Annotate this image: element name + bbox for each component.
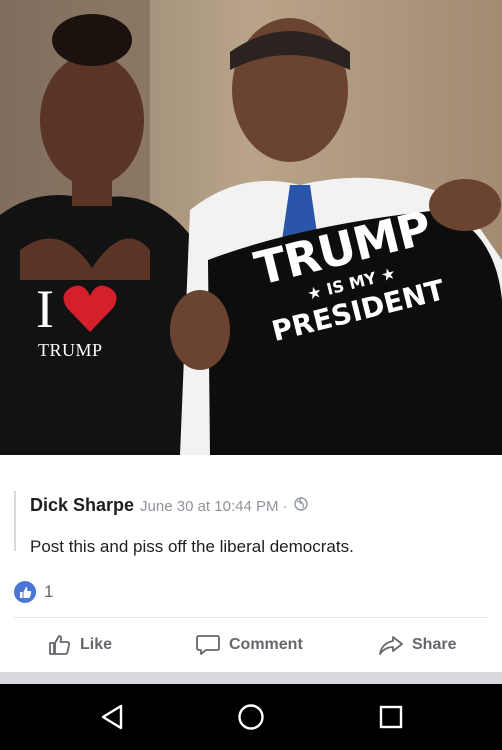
post-card: Dick Sharpe June 30 at 10:44 PM · Post t…	[0, 455, 502, 675]
author-name[interactable]: Dick Sharpe	[30, 495, 134, 516]
like-button[interactable]: Like	[48, 627, 112, 663]
share-button[interactable]: Share	[378, 627, 456, 663]
shirt-left-trump: TRUMP	[38, 340, 103, 360]
reaction-count: 1	[44, 582, 54, 601]
home-button[interactable]	[236, 702, 266, 732]
shirt-left-text: I	[36, 282, 118, 336]
post-header: Dick Sharpe June 30 at 10:44 PM ·	[30, 495, 308, 516]
recent-apps-button[interactable]	[376, 702, 406, 732]
like-reaction-icon	[14, 581, 36, 603]
share-icon	[379, 636, 403, 655]
post-text: Post this and piss off the liberal democ…	[30, 537, 354, 556]
comment-label: Comment	[229, 636, 303, 653]
back-icon	[101, 704, 123, 730]
divider	[14, 617, 488, 618]
home-icon	[238, 704, 264, 730]
comment-icon	[196, 635, 220, 655]
reactions-summary[interactable]: 1	[14, 581, 53, 603]
comment-button[interactable]: Comment	[195, 627, 303, 663]
share-label: Share	[412, 636, 457, 653]
quote-bar	[14, 491, 16, 551]
post-timestamp[interactable]: June 30 at 10:44 PM ·	[140, 498, 288, 515]
android-nav-bar	[0, 684, 502, 750]
back-button[interactable]	[97, 702, 127, 732]
recent-apps-icon	[379, 705, 403, 729]
thumbs-up-icon	[49, 635, 70, 655]
like-label: Like	[80, 636, 113, 653]
action-bar: Like Comment Share	[0, 627, 502, 663]
heart-icon	[63, 285, 117, 332]
feed-separator	[0, 672, 502, 684]
post-photo[interactable]: I TRUMP TRUMP ★ IS MY ★ PRESIDENT	[0, 0, 502, 455]
shirt-left-i: I	[36, 279, 54, 339]
globe-icon	[293, 497, 308, 511]
